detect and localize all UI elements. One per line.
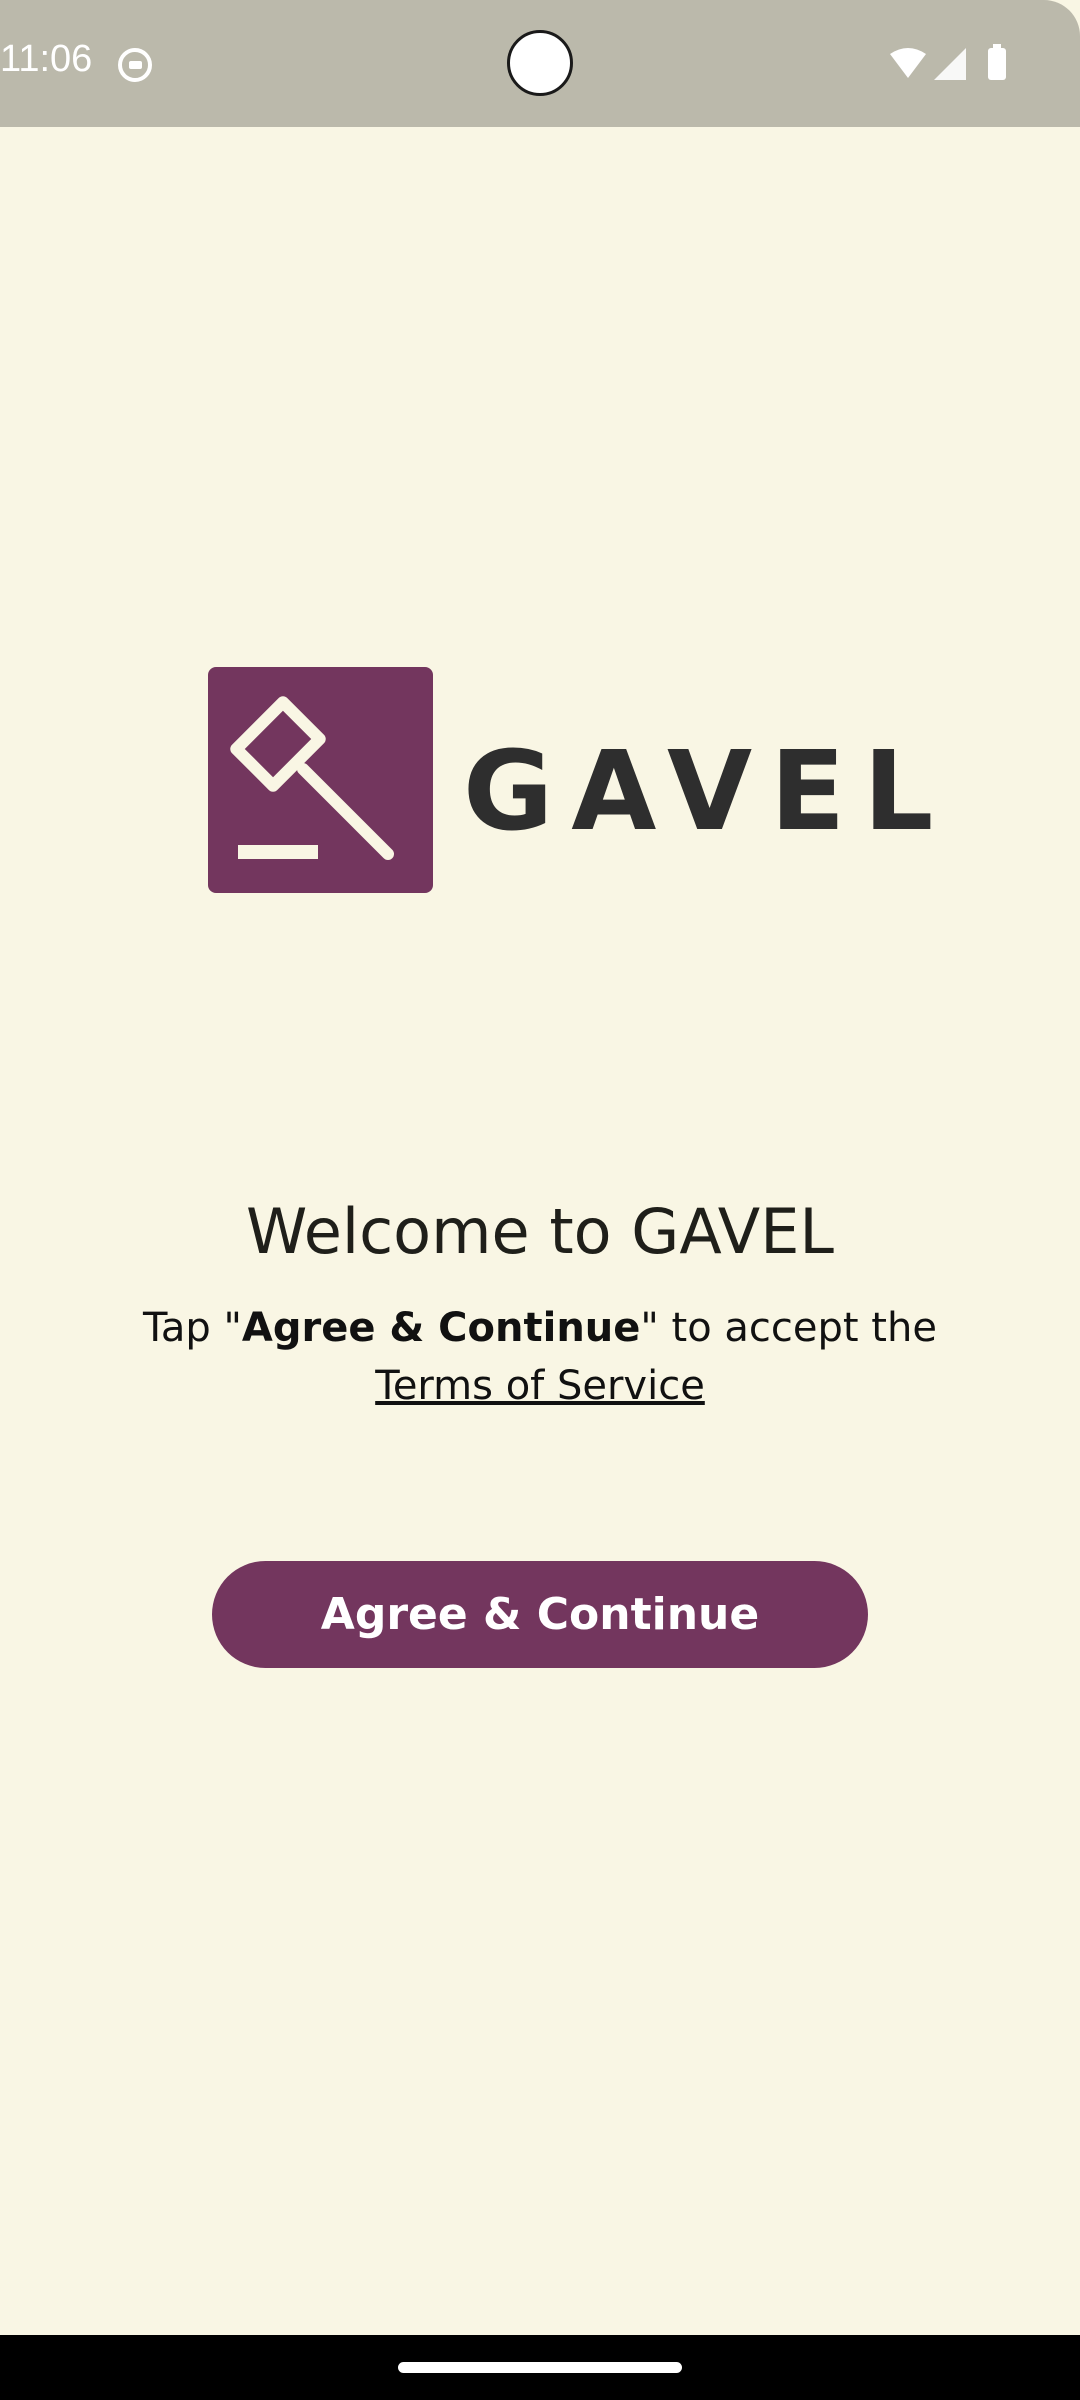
status-time: 11:06	[0, 38, 93, 80]
navigation-bar	[0, 2335, 1080, 2400]
terms-of-service-link[interactable]: Terms of Service	[375, 1363, 705, 1409]
home-indicator[interactable]	[398, 2362, 682, 2373]
status-bar: 11:06	[0, 0, 1080, 127]
cellular-signal-icon	[934, 48, 966, 80]
terms-instruction: Tap "Agree & Continue" to accept the	[0, 1305, 1080, 1351]
terms-of-service-link-row: Terms of Service	[0, 1363, 1080, 1409]
logo-wordmark: GAVEL	[463, 727, 952, 855]
welcome-title: Welcome to GAVEL	[246, 1195, 834, 1268]
agree-continue-button[interactable]: Agree & Continue	[212, 1561, 868, 1668]
terms-prefix: Tap "	[143, 1305, 242, 1351]
gavel-icon	[208, 667, 433, 893]
battery-icon	[988, 48, 1006, 80]
terms-suffix: " to accept the	[640, 1305, 937, 1351]
camera-cutout	[507, 30, 573, 96]
wifi-icon	[890, 48, 926, 78]
terms-emphasis: Agree & Continue	[241, 1305, 641, 1351]
welcome-screen: GAVEL Welcome to GAVEL Tap "Agree & Cont…	[0, 127, 1080, 2335]
status-icons	[880, 44, 1020, 84]
gavel-logo: GAVEL	[208, 667, 933, 893]
cat-notification-icon	[118, 48, 152, 82]
